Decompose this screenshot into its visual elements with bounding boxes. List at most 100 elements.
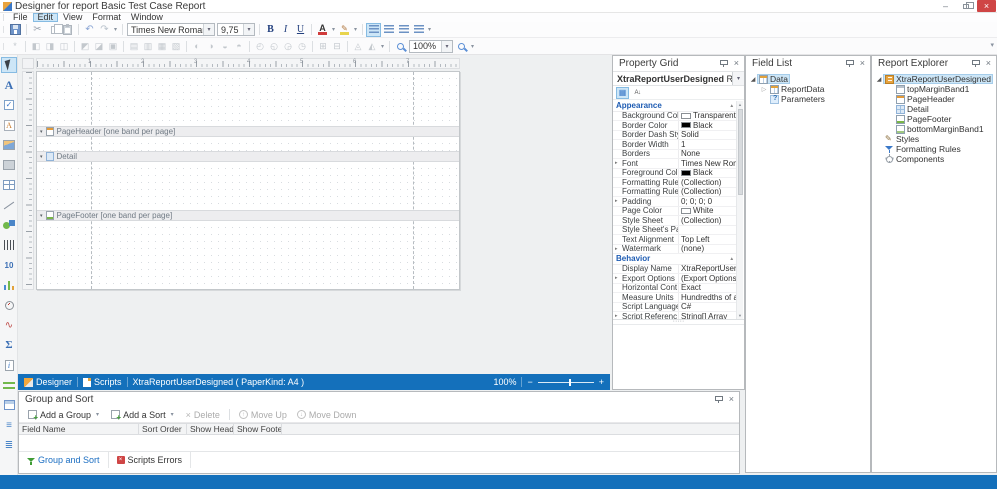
cut-button[interactable]: ✂	[30, 23, 45, 37]
zoom-minus-button[interactable]: −	[527, 377, 532, 387]
expander-icon[interactable]: ◢	[875, 76, 883, 83]
property-row[interactable]: Formatting Rule(Collection)	[613, 188, 736, 198]
undo-button[interactable]: ↶	[82, 23, 97, 37]
band-collapse-icon[interactable]: ▾	[40, 154, 43, 160]
add-sort-button[interactable]: Add a Sort▾	[107, 410, 180, 420]
zoom-combo[interactable]: 100% ▾	[409, 40, 453, 53]
pin-icon[interactable]	[715, 395, 723, 404]
property-value[interactable]: String[] Array	[678, 312, 736, 319]
tool-cross-band-box[interactable]: ≣	[1, 437, 17, 453]
page-footer-content[interactable]	[37, 221, 459, 235]
tool-page-break[interactable]	[1, 377, 17, 393]
toolbar-overflow-chevron-icon[interactable]: ▾	[990, 41, 994, 49]
tree-item[interactable]: Formatting Rules	[883, 144, 963, 154]
explorer-node-detail[interactable]: Detail	[873, 104, 995, 114]
field-node-data[interactable]: ◢Data	[747, 74, 869, 84]
tool-panel[interactable]	[1, 157, 17, 173]
property-grid-scrollbar[interactable]: ▲ ▼	[736, 101, 743, 319]
group-sort-empty-list[interactable]	[19, 435, 739, 452]
property-row[interactable]: Horizontal ContExact	[613, 284, 736, 294]
zoom-dropdown-icon[interactable]: ▾	[469, 43, 476, 50]
pin-icon[interactable]	[720, 59, 728, 68]
column-header[interactable]: Field Name	[19, 424, 139, 434]
chevron-down-icon[interactable]: ▾	[203, 24, 214, 35]
explorer-node-xtrareportuserdesigned[interactable]: ◢XtraReportUserDesigned	[873, 74, 995, 84]
alphabetical-sort-button[interactable]: A↓	[631, 87, 644, 99]
expander-icon[interactable]: ◢	[749, 76, 757, 83]
category-appearance[interactable]: Appearance▴	[613, 101, 736, 112]
underline-button[interactable]: U	[293, 23, 308, 37]
property-row[interactable]: Style Sheet's Pa	[613, 226, 736, 236]
tool-check-box[interactable]: ✓	[1, 97, 17, 113]
chevron-down-icon[interactable]: ▾	[732, 72, 744, 85]
tree-item[interactable]: PageHeader	[894, 94, 957, 104]
explorer-node-pageheader[interactable]: PageHeader	[873, 94, 995, 104]
menu-edit[interactable]: Edit	[33, 13, 59, 22]
property-value[interactable]: White	[678, 207, 736, 216]
property-row[interactable]: Background ColTransparent	[613, 112, 736, 122]
property-value[interactable]: Solid	[678, 131, 736, 140]
property-row[interactable]: ▸Export Options(Export Options)	[613, 274, 736, 284]
collapse-icon[interactable]: ▴	[730, 256, 733, 262]
bold-button[interactable]: B	[263, 23, 278, 37]
font-name-combo[interactable]: Times New Roman ▾	[127, 23, 215, 36]
alignment-dropdown-icon[interactable]: ▾	[426, 26, 433, 33]
property-value[interactable]: Hundredths of an I...	[678, 293, 736, 302]
chevron-down-icon[interactable]: ▾	[441, 41, 452, 52]
tab-scripts[interactable]: Scripts	[83, 377, 122, 387]
close-icon[interactable]: ×	[860, 59, 865, 68]
property-row[interactable]: Page ColorWhite	[613, 207, 736, 217]
tree-item[interactable]: XtraReportUserDesigned	[883, 74, 993, 84]
align-left-button[interactable]	[366, 23, 381, 37]
highlight-dropdown-icon[interactable]: ▾	[352, 26, 359, 33]
zoom-slider-thumb[interactable]	[569, 379, 571, 386]
explorer-node-pagefooter[interactable]: PageFooter	[873, 114, 995, 124]
tool-subreport[interactable]	[1, 397, 17, 413]
property-value[interactable]: 0; 0; 0; 0	[678, 197, 736, 206]
redo-button[interactable]: ↷	[97, 23, 112, 37]
menu-window[interactable]: Window	[126, 13, 168, 22]
copy-button[interactable]	[45, 23, 60, 37]
report-page[interactable]: ▾ PageHeader [one band per page] ▾ Detai…	[36, 71, 460, 290]
explorer-node-components[interactable]: Components	[873, 154, 995, 164]
zoom-out-button[interactable]	[393, 39, 408, 53]
vertical-ruler[interactable]	[22, 71, 34, 290]
property-value[interactable]: None	[678, 150, 736, 159]
close-button[interactable]: ×	[977, 0, 996, 12]
property-value[interactable]: Top Left	[678, 235, 736, 244]
tool-sparkline[interactable]: ∿	[1, 317, 17, 333]
property-value[interactable]: Times New Roman;...	[678, 159, 736, 168]
property-value[interactable]: Transparent	[678, 112, 736, 121]
tool-bar-code[interactable]	[1, 237, 17, 253]
band-collapse-icon[interactable]: ▾	[40, 129, 43, 135]
property-row[interactable]: ▸Padding0; 0; 0; 0	[613, 197, 736, 207]
zoom-slider-track[interactable]	[538, 382, 594, 383]
property-row[interactable]: Border ColorBlack	[613, 121, 736, 131]
property-row[interactable]: Foreground ColBlack	[613, 169, 736, 179]
property-row[interactable]: ▸Watermark(none)	[613, 245, 736, 255]
tab-group-and-sort[interactable]: Group and Sort	[19, 452, 109, 468]
scroll-down-icon[interactable]: ▼	[737, 312, 743, 319]
save-button[interactable]	[8, 23, 23, 37]
scroll-up-icon[interactable]: ▲	[737, 101, 743, 108]
explorer-node-formatting-rules[interactable]: Formatting Rules	[873, 144, 995, 154]
tree-item[interactable]: PageFooter	[894, 114, 953, 124]
property-value[interactable]: Black	[678, 169, 736, 178]
tab-designer[interactable]: Designer	[24, 377, 72, 387]
minimize-button[interactable]: –	[936, 0, 955, 12]
highlight-button[interactable]: ✎	[337, 23, 352, 37]
top-margin-area[interactable]	[37, 72, 459, 126]
paste-button[interactable]	[60, 23, 75, 37]
property-value[interactable]	[678, 226, 736, 235]
horizontal-ruler[interactable]: 1234567	[36, 58, 460, 69]
tree-item[interactable]: Data	[757, 74, 790, 84]
field-node-reportdata[interactable]: ▷ReportData	[747, 84, 869, 94]
explorer-node-styles[interactable]: Styles	[873, 134, 995, 144]
categorized-view-button[interactable]: ▦	[616, 87, 629, 99]
align-right-button[interactable]	[396, 23, 411, 37]
field-node-parameters[interactable]: Parameters	[747, 94, 869, 104]
zoom-in-button[interactable]	[454, 39, 469, 53]
explorer-node-topmarginband1[interactable]: topMarginBand1	[873, 84, 995, 94]
detail-content[interactable]	[37, 162, 459, 210]
expander-icon[interactable]: ▷	[760, 86, 768, 93]
